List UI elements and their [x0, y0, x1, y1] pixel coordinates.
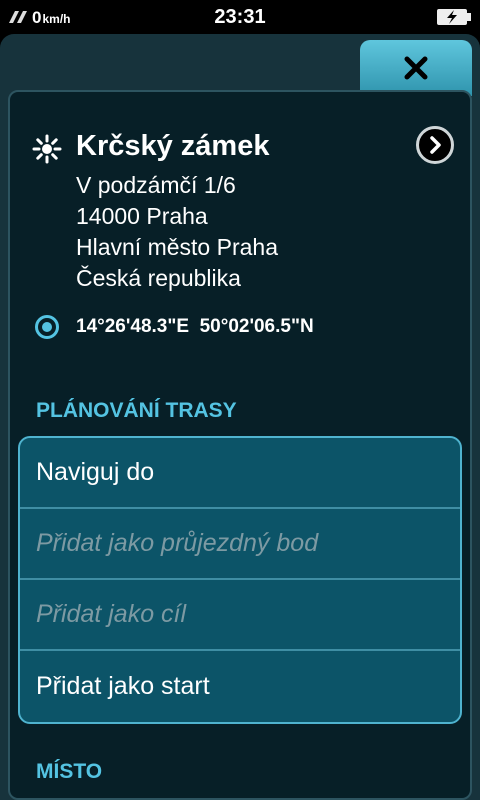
clock: 23:31	[214, 6, 266, 28]
close-icon	[404, 56, 428, 80]
sun-poi-icon	[32, 134, 62, 164]
place-name: Krčský zámek	[76, 130, 270, 162]
close-button[interactable]	[360, 40, 472, 96]
location-target-icon	[35, 315, 59, 339]
chevron-right-icon	[430, 136, 441, 154]
address-line: 14000 Praha	[76, 203, 208, 229]
battery-charging-icon	[437, 9, 471, 25]
place-info-button[interactable]	[416, 126, 454, 164]
status-bar: 0km/h 23:31	[0, 0, 480, 34]
navigate-to-button[interactable]: Naviguj do	[20, 438, 460, 509]
detail-content: Krčský zámek V podzámčí 1/6 14000 Praha …	[8, 90, 472, 800]
add-waypoint-button[interactable]: Přidat jako průjezdný bod	[20, 509, 460, 580]
add-start-button[interactable]: Přidat jako start	[20, 651, 460, 722]
address-line: Hlavní město Praha	[76, 234, 278, 260]
add-destination-button[interactable]: Přidat jako cíl	[20, 580, 460, 651]
place-section-heading: MÍSTO	[36, 760, 103, 783]
address-line: Česká republika	[76, 265, 241, 291]
route-planning-menu: Naviguj do Přidat jako průjezdný bod Při…	[18, 436, 462, 724]
route-planning-heading: PLÁNOVÁNÍ TRASY	[36, 399, 237, 422]
coordinates: 14°26'48.3"E 50°02'06.5"N	[76, 316, 314, 337]
address-line: V podzámčí 1/6	[76, 172, 236, 198]
